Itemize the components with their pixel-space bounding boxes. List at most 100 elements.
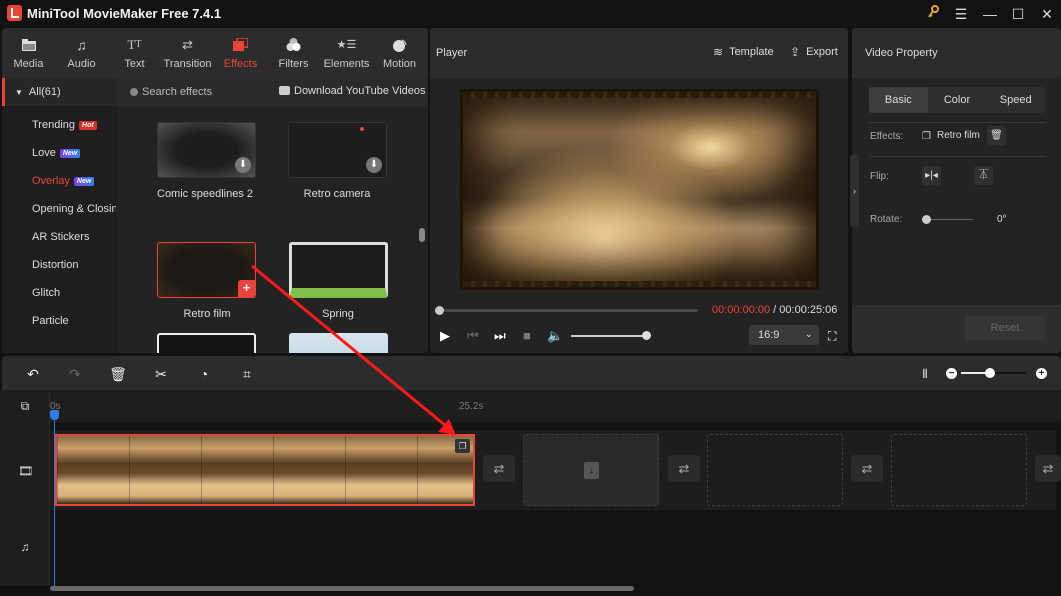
chevron-right-icon: › bbox=[853, 186, 856, 196]
tab-color[interactable]: Color bbox=[928, 87, 987, 113]
template-label: Template bbox=[729, 46, 774, 58]
app-window: MiniTool MovieMaker Free 7.4.1 ☰ — ☐ ✕ M… bbox=[0, 0, 1061, 596]
transition-slot-button[interactable]: ⇄ bbox=[1035, 455, 1061, 482]
download-icon[interactable]: ⬇ bbox=[366, 157, 382, 173]
search-input[interactable]: Search effects bbox=[142, 86, 212, 98]
category-label: Trending bbox=[32, 119, 76, 131]
flip-horizontal-icon: ▸|◂ bbox=[925, 170, 938, 181]
nav-media[interactable]: Media bbox=[2, 28, 55, 78]
close-icon[interactable]: ✕ bbox=[1034, 4, 1060, 24]
timeline-zoom-knob[interactable] bbox=[985, 368, 995, 378]
volume-icon[interactable]: 🔈 bbox=[547, 328, 563, 344]
video-clip[interactable] bbox=[55, 434, 475, 506]
nav-text[interactable]: TT Text bbox=[108, 28, 161, 78]
effect-tile-frame[interactable] bbox=[157, 333, 256, 353]
nav-label: Media bbox=[13, 57, 44, 70]
previous-frame-icon[interactable]: ⏮ bbox=[467, 328, 479, 344]
rotate-slider[interactable] bbox=[928, 219, 973, 220]
speed-icon[interactable]: ◔ bbox=[195, 365, 213, 383]
collapse-panel-button[interactable]: › bbox=[850, 155, 859, 227]
rotate-knob[interactable] bbox=[922, 215, 931, 224]
flip-horizontal-button[interactable]: ▸|◂ bbox=[922, 166, 941, 185]
effect-tile-retro-film[interactable]: + bbox=[157, 242, 256, 298]
undo-icon[interactable]: ↶ bbox=[24, 365, 42, 383]
property-tabs: Basic Color Speed bbox=[869, 87, 1045, 113]
tab-speed[interactable]: Speed bbox=[986, 87, 1045, 113]
effect-tile-retro-camera[interactable]: ⬇ bbox=[288, 122, 387, 178]
nav-label: Audio bbox=[67, 57, 96, 70]
trash-icon[interactable]: 🗑 bbox=[109, 365, 127, 383]
seek-bar[interactable] bbox=[435, 306, 698, 315]
download-youtube-link[interactable]: Download YouTube Videos bbox=[294, 85, 426, 97]
clip-effect-icon[interactable]: ❐ bbox=[455, 439, 470, 453]
category-trending[interactable]: Trending Hot bbox=[32, 119, 97, 131]
category-distortion[interactable]: Distortion bbox=[32, 259, 78, 271]
category-ar-stickers[interactable]: AR Stickers bbox=[32, 231, 89, 243]
category-label: Love bbox=[32, 147, 56, 159]
menu-icon[interactable]: ☰ bbox=[948, 4, 974, 24]
library-scrollbar[interactable] bbox=[419, 228, 425, 242]
key-icon[interactable] bbox=[920, 4, 946, 24]
minimize-icon[interactable]: — bbox=[977, 4, 1003, 24]
crop-icon[interactable]: ⌗ bbox=[238, 365, 256, 383]
category-overlay[interactable]: Overlay New bbox=[32, 175, 95, 187]
redo-icon[interactable]: ↷ bbox=[66, 365, 84, 383]
flip-vertical-button[interactable]: ⏄ bbox=[974, 166, 993, 185]
scissors-icon[interactable]: ✂ bbox=[152, 365, 170, 383]
transition-slot-button[interactable]: ⇄ bbox=[851, 455, 883, 482]
swap-arrows-icon: ⇄ bbox=[182, 36, 193, 52]
category-sidebar: ▼ All(61) Trending Hot Love New Overlay New … bbox=[2, 78, 117, 353]
zoom-in-icon[interactable]: + bbox=[1036, 368, 1047, 379]
tab-basic[interactable]: Basic bbox=[869, 87, 928, 113]
next-frame-icon[interactable]: ⏭ bbox=[494, 328, 506, 344]
stop-icon[interactable]: ■ bbox=[523, 328, 531, 344]
category-label: Particle bbox=[32, 315, 69, 327]
nav-audio[interactable]: ♫ Audio bbox=[55, 28, 108, 78]
transition-slot-button[interactable]: ⇄ bbox=[483, 455, 515, 482]
divider bbox=[870, 122, 1046, 123]
timeline-scrollbar[interactable] bbox=[50, 586, 634, 591]
layers-icon: ≋ bbox=[713, 45, 724, 59]
media-drop-slot[interactable] bbox=[707, 434, 843, 506]
media-drop-slot[interactable]: ↓ bbox=[523, 434, 659, 506]
aspect-ratio-select[interactable]: 16:9 ⌄ bbox=[749, 325, 819, 345]
effect-tile-spring[interactable] bbox=[289, 242, 388, 298]
template-button[interactable]: ≋ Template bbox=[713, 45, 774, 59]
flip-label: Flip: bbox=[870, 171, 889, 182]
category-all[interactable]: ▼ All(61) bbox=[2, 78, 117, 106]
top-nav: Media ♫ Audio TT Text ⇄ Transition Effec… bbox=[2, 28, 428, 78]
effect-tile-beach[interactable] bbox=[289, 333, 388, 353]
category-particle[interactable]: Particle bbox=[32, 315, 69, 327]
volume-knob[interactable] bbox=[642, 331, 651, 340]
effect-label: Retro camera bbox=[303, 188, 371, 200]
effects-label: Effects: bbox=[870, 131, 904, 142]
nav-effects[interactable]: Effects bbox=[214, 28, 267, 78]
app-title: MiniTool MovieMaker Free 7.4.1 bbox=[27, 6, 222, 21]
transition-slot-button[interactable]: ⇄ bbox=[668, 455, 700, 482]
export-button[interactable]: ⇪ Export bbox=[790, 45, 838, 59]
download-icon[interactable]: ⬇ bbox=[235, 157, 251, 173]
reset-button[interactable]: Reset bbox=[965, 316, 1045, 340]
category-love[interactable]: Love New bbox=[32, 147, 81, 159]
seek-knob[interactable] bbox=[435, 306, 444, 315]
fullscreen-icon[interactable]: ⛶ bbox=[828, 328, 836, 344]
audio-snap-icon[interactable]: ⦀ bbox=[916, 365, 934, 383]
play-icon[interactable]: ▶ bbox=[440, 328, 450, 344]
volume-slider[interactable] bbox=[571, 335, 646, 337]
category-glitch[interactable]: Glitch bbox=[32, 287, 60, 299]
nav-elements[interactable]: ★☰ Elements bbox=[320, 28, 373, 78]
nav-transition[interactable]: ⇄ Transition bbox=[161, 28, 214, 78]
category-opening-closing[interactable]: Opening & Closing bbox=[32, 203, 116, 215]
delete-effect-button[interactable]: 🗑 bbox=[987, 126, 1006, 145]
effect-tile-comic-speedlines-2[interactable]: ⬇ bbox=[157, 122, 256, 178]
add-icon[interactable]: + bbox=[238, 280, 255, 297]
nav-motion[interactable]: Motion bbox=[373, 28, 426, 78]
aspect-ratio-value: 16:9 bbox=[758, 329, 780, 341]
export-label: Export bbox=[806, 46, 838, 58]
maximize-icon[interactable]: ☐ bbox=[1005, 4, 1031, 24]
add-track-icon[interactable]: ⧉ bbox=[18, 399, 32, 413]
zoom-out-icon[interactable]: − bbox=[946, 368, 957, 379]
media-drop-slot[interactable] bbox=[891, 434, 1027, 506]
nav-filters[interactable]: Filters bbox=[267, 28, 320, 78]
new-badge: New bbox=[73, 177, 95, 186]
